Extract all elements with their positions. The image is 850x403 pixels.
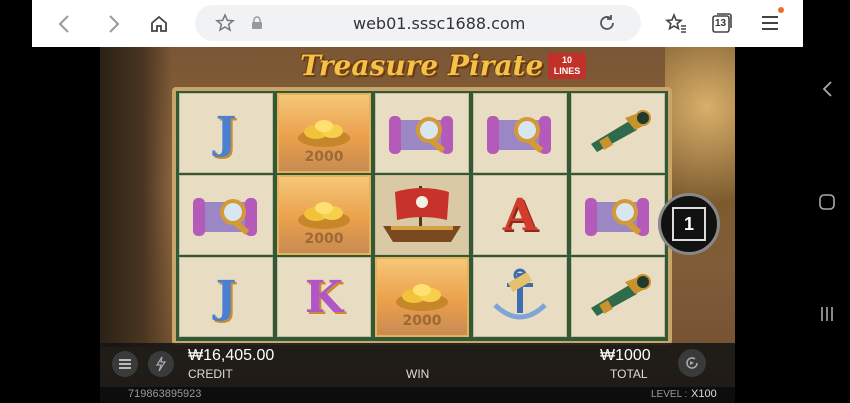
spin-icon[interactable] <box>678 349 706 377</box>
reload-icon[interactable] <box>593 9 621 37</box>
pirate-ship-icon <box>383 186 461 242</box>
symbol-cell <box>179 175 273 255</box>
credit-value: ₩16,405.00 <box>188 347 275 364</box>
slot-game: Treasure Pirate 10 LINES J J 2000 2000 K… <box>100 47 735 403</box>
symbol-cell: J <box>179 93 273 173</box>
win-label: WIN <box>406 367 430 381</box>
gold-pile-icon <box>298 202 350 229</box>
symbol-cell <box>571 93 665 173</box>
info-bar: 719863895923 LEVEL : X100 <box>100 387 735 403</box>
round-id: 719863895923 <box>128 388 202 400</box>
map-scroll-icon <box>487 116 551 154</box>
gold-value: 2000 <box>304 231 344 247</box>
game-title: Treasure Pirate <box>300 49 544 82</box>
gold-value: 2000 <box>304 149 344 165</box>
symbol-cell: K <box>277 257 371 337</box>
symbol-cell <box>375 175 469 255</box>
gold-value: 2000 <box>402 313 442 329</box>
autoplay-counter[interactable]: 1 <box>658 193 720 255</box>
lock-icon <box>243 9 271 37</box>
gold-pile-icon <box>298 120 350 147</box>
symbol-cell <box>375 93 469 173</box>
address-bar[interactable]: web01.sssc1688.com <box>195 5 641 41</box>
back-nav-icon[interactable] <box>815 78 839 104</box>
symbol-cell: A <box>473 175 567 255</box>
total-bet-value: ₩1000 <box>600 347 651 364</box>
android-nav-bar <box>803 0 850 403</box>
home-icon[interactable] <box>145 10 173 38</box>
spyglass-icon <box>591 110 651 152</box>
symbol-letter: K <box>304 271 344 323</box>
home-nav-icon[interactable] <box>815 191 839 217</box>
symbol-cell <box>571 175 665 255</box>
symbol-letter: J <box>215 271 237 323</box>
reel-3: 2000 <box>375 93 469 339</box>
symbol-cell-gold: 2000 <box>375 257 469 337</box>
hamburger-menu-icon[interactable] <box>757 10 783 36</box>
tab-count: 13 <box>715 18 727 29</box>
map-scroll-icon <box>389 116 453 154</box>
url-text[interactable]: web01.sssc1688.com <box>353 14 525 33</box>
reel-1: J J <box>179 93 273 339</box>
map-scroll-icon <box>193 198 257 236</box>
symbol-letter: A <box>502 189 538 241</box>
star-icon[interactable] <box>211 9 239 37</box>
forward-icon[interactable] <box>100 10 128 38</box>
reel-4: A <box>473 93 567 339</box>
symbol-cell <box>571 257 665 337</box>
gold-pile-icon <box>396 284 448 311</box>
left-decoration <box>100 47 172 347</box>
map-scroll-icon <box>585 198 649 236</box>
recents-nav-icon[interactable] <box>815 303 839 329</box>
anchor-icon <box>493 268 547 320</box>
level-label: LEVEL : <box>651 389 688 400</box>
lines-badge: 10 LINES <box>548 53 586 79</box>
level-value: X100 <box>691 388 717 400</box>
lines-label: LINES <box>553 66 581 76</box>
total-bet-label: TOTAL <box>610 367 648 381</box>
symbol-cell-gold: 2000 <box>277 175 371 255</box>
symbol-cell <box>473 93 567 173</box>
back-icon[interactable] <box>50 10 78 38</box>
tabs-icon[interactable]: 13 <box>709 10 735 36</box>
spyglass-icon <box>591 274 651 316</box>
lines-number: 10 <box>561 55 572 65</box>
favorites-icon[interactable] <box>663 10 689 36</box>
credit-label: CREDIT <box>188 367 233 381</box>
symbol-cell-gold: 2000 <box>277 93 371 173</box>
reel-2: 2000 2000 K <box>277 93 371 339</box>
browser-toolbar: web01.sssc1688.com 13 <box>32 0 803 47</box>
game-menu-icon[interactable] <box>112 351 138 377</box>
counter-value: 1 <box>672 207 706 241</box>
notification-dot <box>778 7 784 13</box>
turbo-icon[interactable] <box>148 351 174 377</box>
reel-board: J J 2000 2000 K 2000 A <box>172 87 672 345</box>
symbol-cell <box>473 257 567 337</box>
reel-5 <box>571 93 665 339</box>
game-control-bar: ₩16,405.00 CREDIT WIN ₩1000 TOTAL <box>100 343 735 387</box>
symbol-cell: J <box>179 257 273 337</box>
symbol-letter: J <box>215 107 237 159</box>
